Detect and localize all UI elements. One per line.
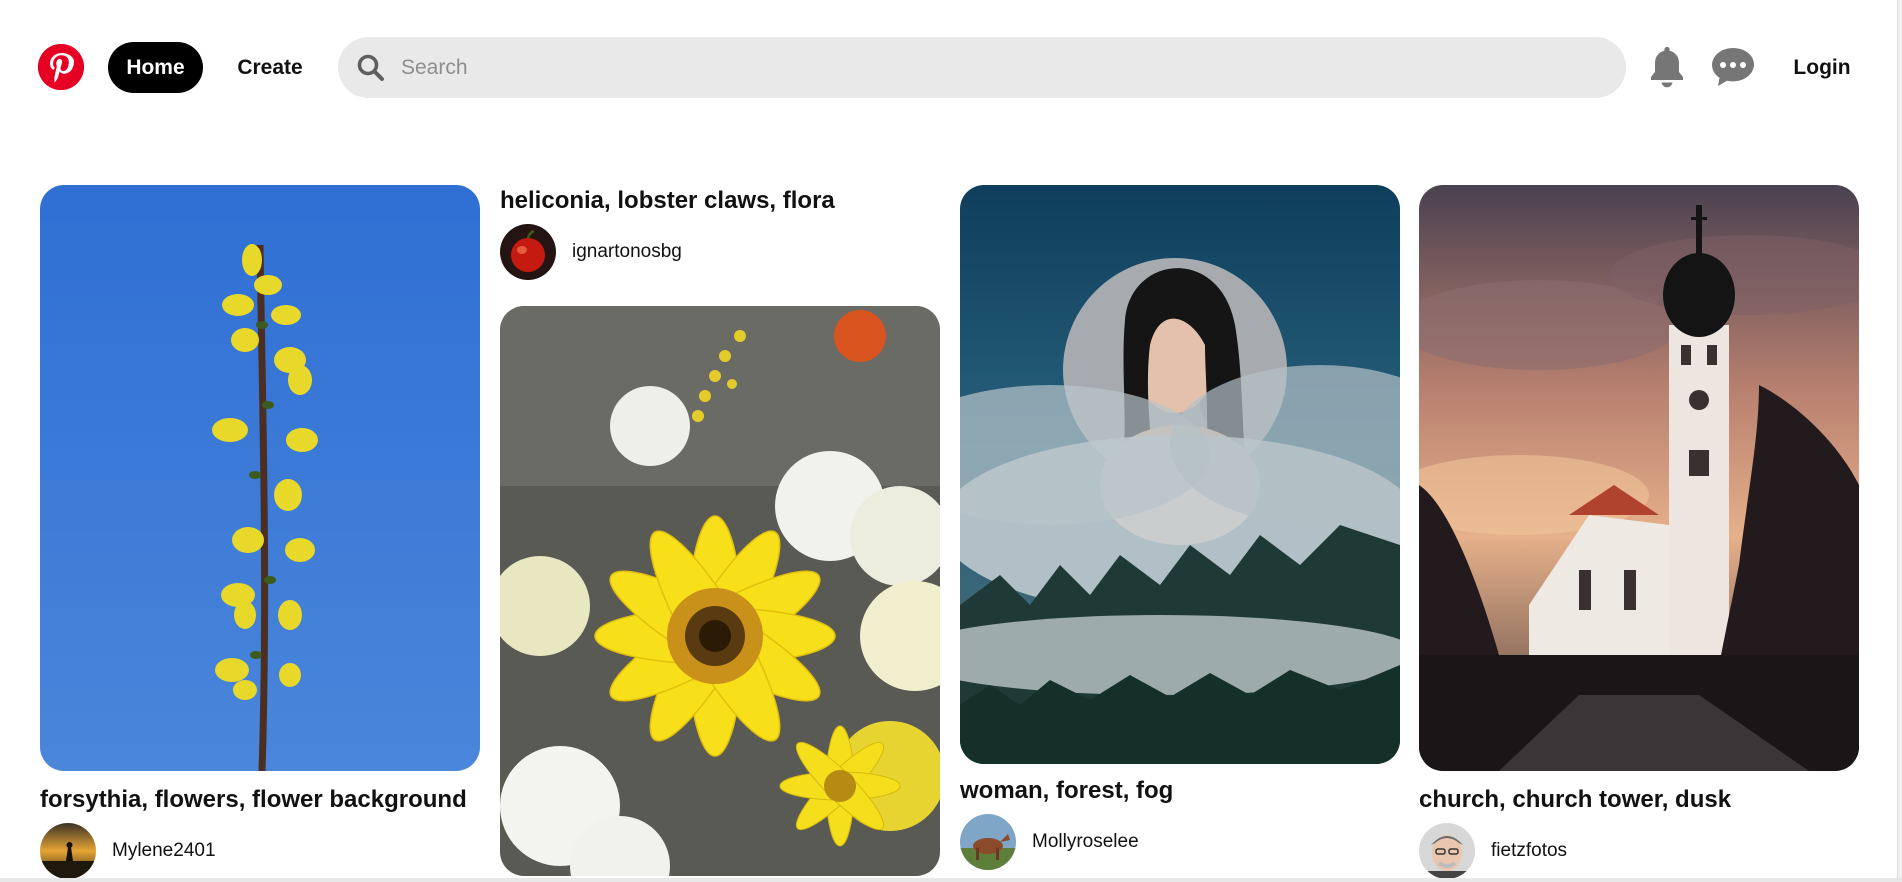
author-name[interactable]: Mollyroselee [1032, 831, 1139, 853]
bottom-divider [0, 878, 1902, 882]
pinterest-logo-icon[interactable] [38, 44, 84, 90]
avatar[interactable] [1419, 823, 1475, 879]
search-icon [357, 54, 384, 81]
pin-author[interactable]: Mollyroselee [960, 814, 1400, 870]
login-button[interactable]: Login [1778, 42, 1866, 93]
pin-card-woman-forest[interactable]: woman, forest, fog Mollyroselee [960, 185, 1400, 870]
pin-author[interactable]: ignartonosbg [500, 224, 940, 280]
pin-title[interactable]: church, church tower, dusk [1419, 785, 1859, 815]
author-name[interactable]: Mylene2401 [112, 840, 216, 862]
pin-author[interactable]: Mylene2401 [40, 823, 480, 879]
pin-image[interactable] [40, 185, 480, 771]
pin-card-heliconia[interactable]: heliconia, lobster claws, flora ignarton… [500, 186, 940, 876]
pin-image[interactable] [960, 185, 1400, 764]
pin-image[interactable] [1419, 185, 1859, 771]
pin-title[interactable]: heliconia, lobster claws, flora [500, 186, 940, 216]
pin-image[interactable] [500, 306, 940, 876]
pin-card-forsythia[interactable]: forsythia, flowers, flower background My… [40, 185, 480, 879]
create-button[interactable]: Create [220, 42, 320, 93]
pin-title[interactable]: forsythia, flowers, flower background [40, 785, 480, 815]
author-name[interactable]: ignartonosbg [572, 241, 682, 263]
author-name[interactable]: fietzfotos [1491, 840, 1567, 862]
avatar[interactable] [500, 224, 556, 280]
pin-title[interactable]: woman, forest, fog [960, 776, 1400, 806]
avatar[interactable] [40, 823, 96, 879]
pin-author[interactable]: fietzfotos [1419, 823, 1859, 879]
scrollbar[interactable] [1897, 0, 1902, 882]
bell-icon[interactable] [1646, 44, 1688, 90]
top-navigation-bar: Home Create Login [0, 0, 1902, 136]
chat-icon[interactable] [1710, 46, 1756, 88]
avatar[interactable] [960, 814, 1016, 870]
search-bar[interactable] [338, 37, 1626, 98]
pin-card-church[interactable]: church, church tower, dusk fietzfotos [1419, 185, 1859, 879]
search-input[interactable] [401, 55, 1581, 80]
home-button[interactable]: Home [108, 42, 203, 93]
